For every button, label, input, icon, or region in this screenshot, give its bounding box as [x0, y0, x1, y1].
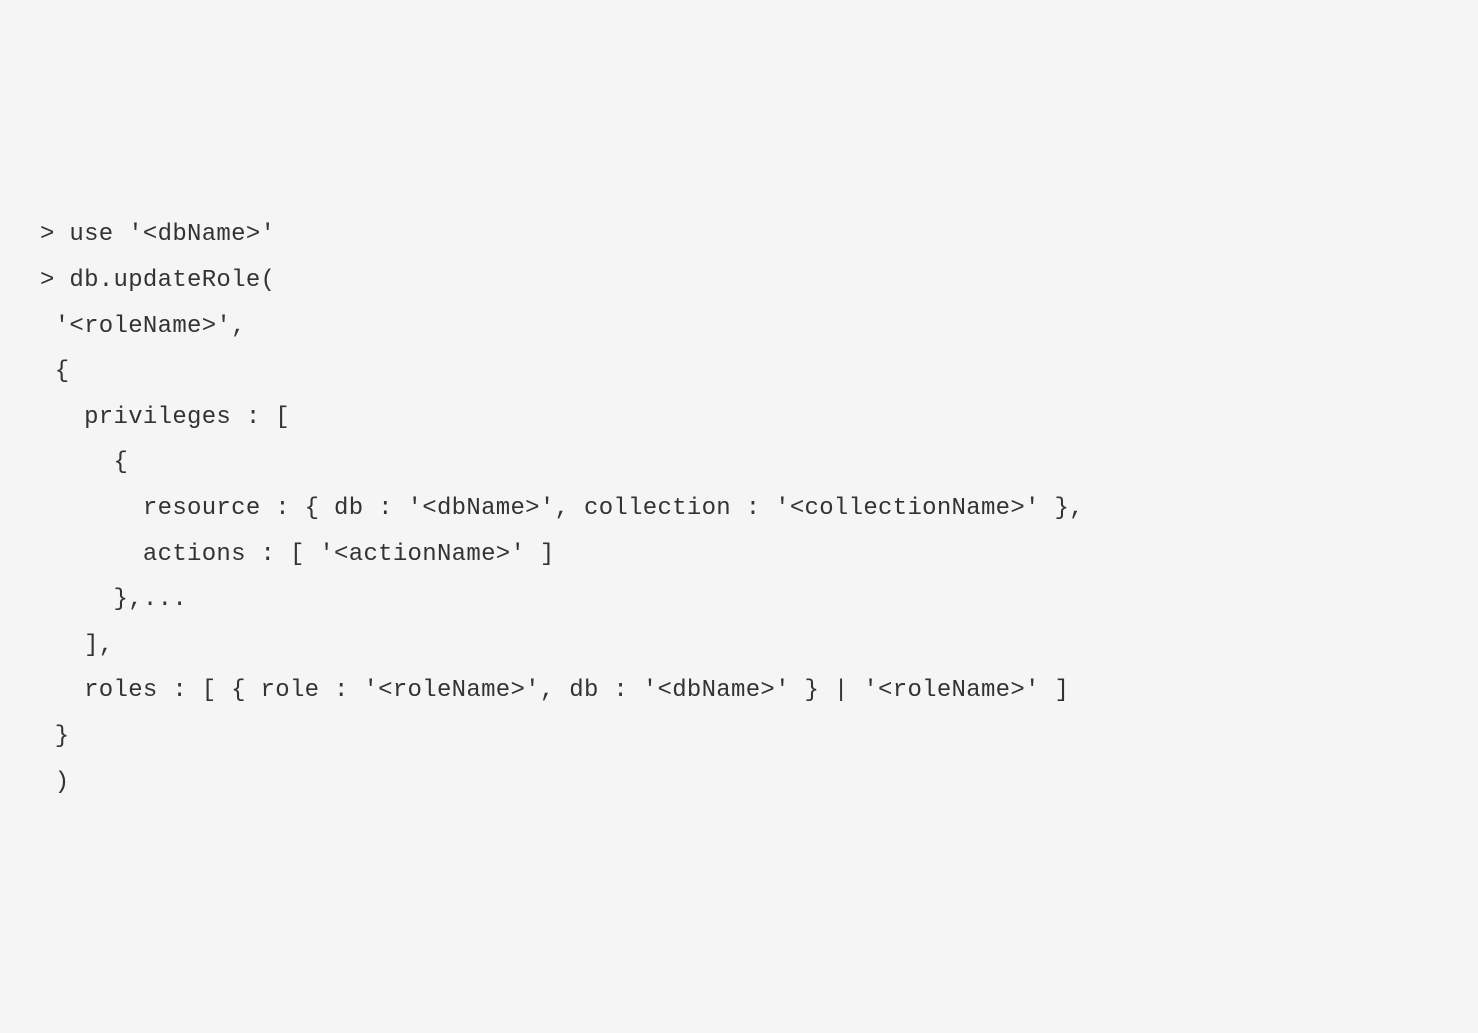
code-line: '<roleName>', — [40, 313, 246, 340]
code-line: ], — [40, 632, 114, 659]
code-snippet: > use '<dbName>' > db.updateRole( '<role… — [40, 212, 1438, 805]
code-line: privileges : [ — [40, 404, 290, 431]
code-line: > db.updateRole( — [40, 267, 275, 294]
code-line: { — [40, 358, 69, 385]
code-line: } — [40, 723, 69, 750]
code-line: > use '<dbName>' — [40, 221, 275, 248]
code-line: actions : [ '<actionName>' ] — [40, 541, 555, 568]
code-line: roles : [ { role : '<roleName>', db : '<… — [40, 677, 1069, 704]
code-line: resource : { db : '<dbName>', collection… — [40, 495, 1084, 522]
code-line: { — [40, 449, 128, 476]
code-line: },... — [40, 586, 187, 613]
code-line: ) — [40, 769, 69, 796]
